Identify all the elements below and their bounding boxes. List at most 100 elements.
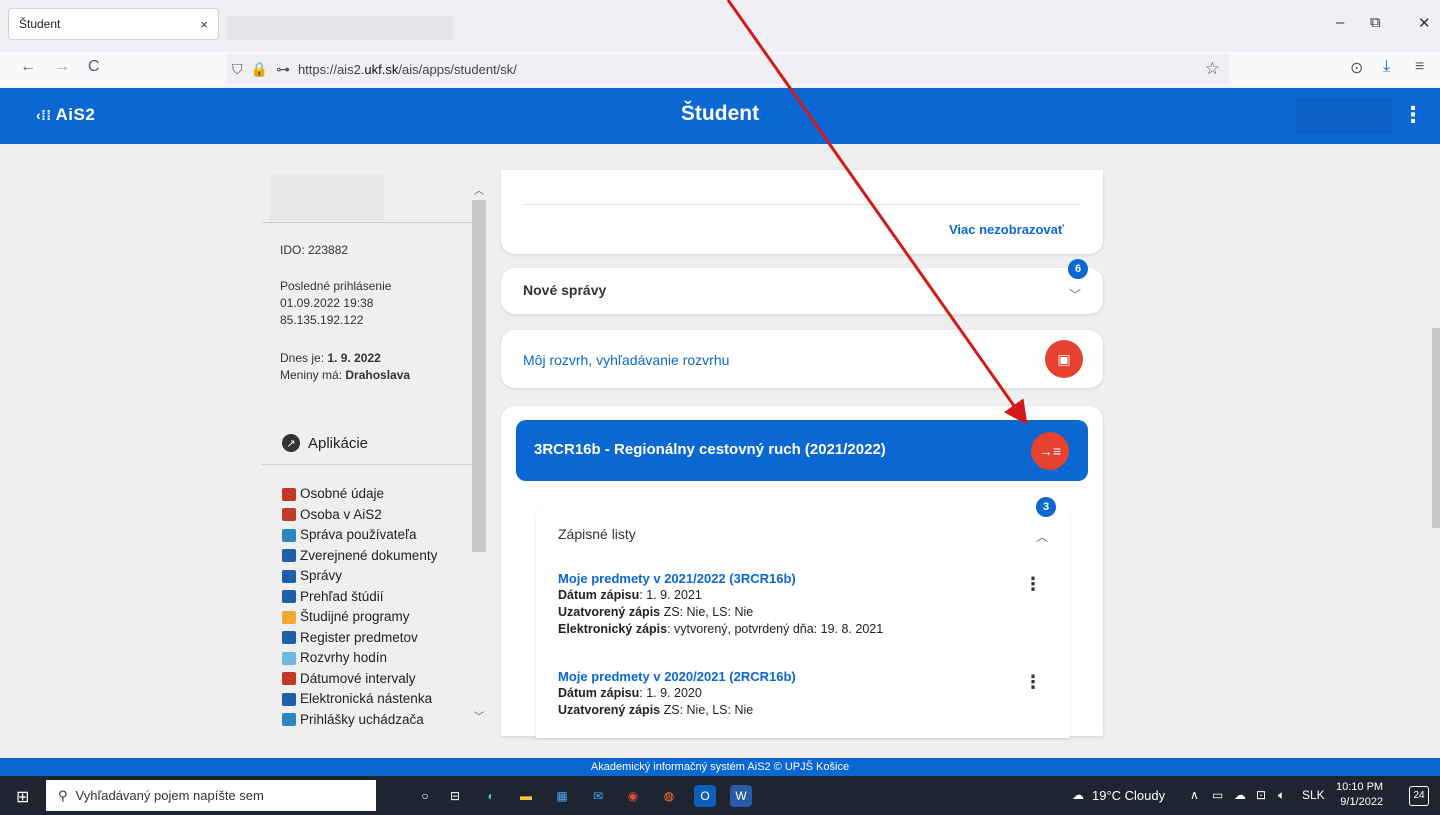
- app-icon: [282, 528, 296, 542]
- scroll-down-icon[interactable]: ﹀: [474, 708, 484, 723]
- sidebar-app-item[interactable]: Register predmetov: [282, 628, 482, 649]
- sidebar-app-item[interactable]: Rozvrhy hodín: [282, 648, 482, 669]
- app-label: Prihlášky uchádzača: [300, 711, 424, 727]
- store-icon[interactable]: ▦: [551, 785, 573, 807]
- last-login: Posledné prihlásenie 01.09.2022 19:38 85…: [280, 279, 392, 327]
- entry-menu-icon[interactable]: ⋮: [1024, 672, 1042, 693]
- app-label: Osobné údaje: [300, 486, 385, 501]
- download-icon[interactable]: ⤓: [1383, 58, 1390, 76]
- app-label: Správy: [300, 568, 343, 583]
- more-vert-icon[interactable]: ⋮: [1402, 102, 1424, 128]
- user-menu-button[interactable]: [1296, 98, 1392, 134]
- clock[interactable]: 10:10 PM 9/1/2022: [1336, 780, 1383, 810]
- word-icon[interactable]: W: [730, 785, 752, 807]
- open-list-icon[interactable]: →≡: [1031, 432, 1069, 470]
- hide-more-link[interactable]: Viac nezobrazovať: [949, 222, 1064, 237]
- sidebar-app-item[interactable]: Osobné údaje: [282, 484, 482, 505]
- entry-menu-icon[interactable]: ⋮: [1024, 574, 1042, 595]
- restore-icon[interactable]: ⧉: [1370, 14, 1381, 31]
- mail-icon[interactable]: ✉: [587, 785, 609, 807]
- notification-icon[interactable]: 24: [1409, 786, 1429, 806]
- sidebar-app-item[interactable]: Študijné programy: [282, 607, 482, 628]
- window-close-icon[interactable]: ✕: [1418, 14, 1431, 32]
- minimize-icon[interactable]: –: [1336, 14, 1344, 31]
- edge-icon[interactable]: ◐: [480, 785, 502, 807]
- reload-icon[interactable]: C: [88, 58, 100, 76]
- schedule-link[interactable]: Môj rozvrh, vyhľadávanie rozvrhu: [523, 352, 729, 368]
- app-icon: [282, 651, 296, 665]
- enrollment-count-badge: 3: [1036, 497, 1056, 517]
- sidebar-scrollbar[interactable]: ︿ ﹀: [471, 178, 487, 738]
- tab-close-icon[interactable]: ×: [200, 17, 208, 32]
- app-icon: [282, 672, 296, 686]
- app-label: Rozvrhy hodín: [300, 650, 388, 665]
- language-indicator[interactable]: SLK: [1302, 788, 1325, 802]
- app-icon: [282, 692, 296, 706]
- chevron-up-icon[interactable]: ︿: [1036, 528, 1048, 545]
- outlook-icon[interactable]: O: [694, 785, 716, 807]
- sidebar-app-item[interactable]: Elektronická nástenka: [282, 689, 482, 710]
- chrome-icon[interactable]: ◉: [622, 785, 644, 807]
- page-scrollbar[interactable]: [1430, 178, 1440, 738]
- battery-icon[interactable]: ▭: [1212, 788, 1223, 802]
- sidebar-app-item[interactable]: Dátumové intervaly: [282, 669, 482, 690]
- firefox-icon[interactable]: ◍: [658, 785, 680, 807]
- address-bar[interactable]: ⛉ 🔒 ⊶ https://ais2.ukf.sk/ais/apps/stude…: [226, 54, 1230, 84]
- page-title: Študent: [680, 102, 760, 125]
- app-icon: [282, 549, 296, 563]
- scroll-up-icon[interactable]: ︿: [474, 182, 484, 197]
- task-view-icon[interactable]: ⊟: [444, 785, 466, 807]
- scroll-thumb[interactable]: [472, 200, 486, 552]
- calendar-icon[interactable]: ▣: [1045, 340, 1083, 378]
- app-label: Zverejnené dokumenty: [300, 547, 438, 563]
- enrollment-entry-title[interactable]: Moje predmety v 2020/2021 (2RCR16b): [558, 668, 796, 685]
- bookmark-star-icon[interactable]: ☆: [1205, 59, 1220, 79]
- app-icon: [282, 508, 296, 522]
- onedrive-icon[interactable]: ☁: [1234, 788, 1246, 802]
- enrollment-entry-title[interactable]: Moje predmety v 2021/2022 (3RCR16b): [558, 570, 883, 587]
- messages-card[interactable]: Nové správy ﹀: [501, 268, 1103, 314]
- sidebar-app-item[interactable]: Správy: [282, 566, 482, 587]
- shield-icon[interactable]: ⛉: [232, 61, 243, 78]
- lock-icon[interactable]: 🔒: [251, 61, 268, 78]
- volume-icon[interactable]: 🔈︎: [1278, 788, 1285, 803]
- sidebar-app-item[interactable]: Zverejnené dokumenty: [282, 546, 482, 567]
- taskbar-search[interactable]: ⚲ Vyhľadávaný pojem napíšte sem: [46, 780, 376, 811]
- file-explorer-icon[interactable]: ▬: [515, 785, 537, 807]
- app-header: ‹⁞⁞ AiS2 Študent ⋮: [0, 88, 1440, 144]
- chevron-down-icon[interactable]: ﹀: [1069, 286, 1081, 303]
- app-icon: [282, 713, 296, 727]
- url-text[interactable]: https://ais2.ukf.sk/ais/apps/student/sk/: [298, 62, 517, 77]
- search-icon: ⚲: [58, 787, 68, 803]
- app-label: Elektronická nástenka: [300, 691, 433, 706]
- sidebar-app-item[interactable]: Prihlášky uchádzača: [282, 710, 482, 731]
- browser-tab[interactable]: Študent ×: [8, 8, 219, 40]
- divider: [262, 222, 472, 223]
- permissions-icon[interactable]: ⊶: [276, 61, 290, 78]
- app-icon: [282, 631, 296, 645]
- study-program-banner[interactable]: 3RCR16b - Regionálny cestovný ruch (2021…: [516, 420, 1088, 481]
- app-label: Prehľad štúdií: [300, 588, 384, 604]
- weather-text[interactable]: 19°C Cloudy: [1092, 788, 1165, 803]
- enrollment-entry: Moje predmety v 2021/2022 (3RCR16b) Dátu…: [558, 570, 884, 636]
- browser-tabbar: Študent × – ⧉ ✕: [0, 0, 1440, 44]
- hamburger-menu-icon[interactable]: ≡: [1415, 58, 1424, 76]
- tray-expand-icon[interactable]: ∧: [1190, 788, 1199, 802]
- back-icon[interactable]: ←: [20, 58, 36, 76]
- schedule-card[interactable]: Môj rozvrh, vyhľadávanie rozvrhu ▣: [501, 330, 1103, 388]
- pocket-icon[interactable]: ⊙: [1350, 58, 1363, 78]
- scroll-thumb[interactable]: [1432, 328, 1440, 528]
- app-footer: Akademický informačný systém AiS2 © UPJŠ…: [0, 758, 1440, 776]
- ido-text: IDO: 223882: [280, 243, 349, 257]
- forward-icon[interactable]: →: [54, 58, 70, 76]
- app-label: Správa používateľa: [300, 527, 417, 542]
- sidebar-app-item[interactable]: Osoba v AiS2: [282, 505, 482, 526]
- sidebar-app-item[interactable]: Prehľad štúdií: [282, 587, 482, 608]
- network-icon[interactable]: ⊡: [1256, 788, 1266, 802]
- cortana-icon[interactable]: ○: [414, 785, 436, 807]
- windows-start-icon[interactable]: ⊞: [16, 787, 29, 807]
- messages-count-badge: 6: [1068, 259, 1088, 279]
- arrow-circle-icon: ↗: [282, 434, 300, 452]
- sidebar-app-item[interactable]: Správa používateľa: [282, 525, 482, 546]
- weather-cloud-icon[interactable]: ☁: [1072, 788, 1084, 802]
